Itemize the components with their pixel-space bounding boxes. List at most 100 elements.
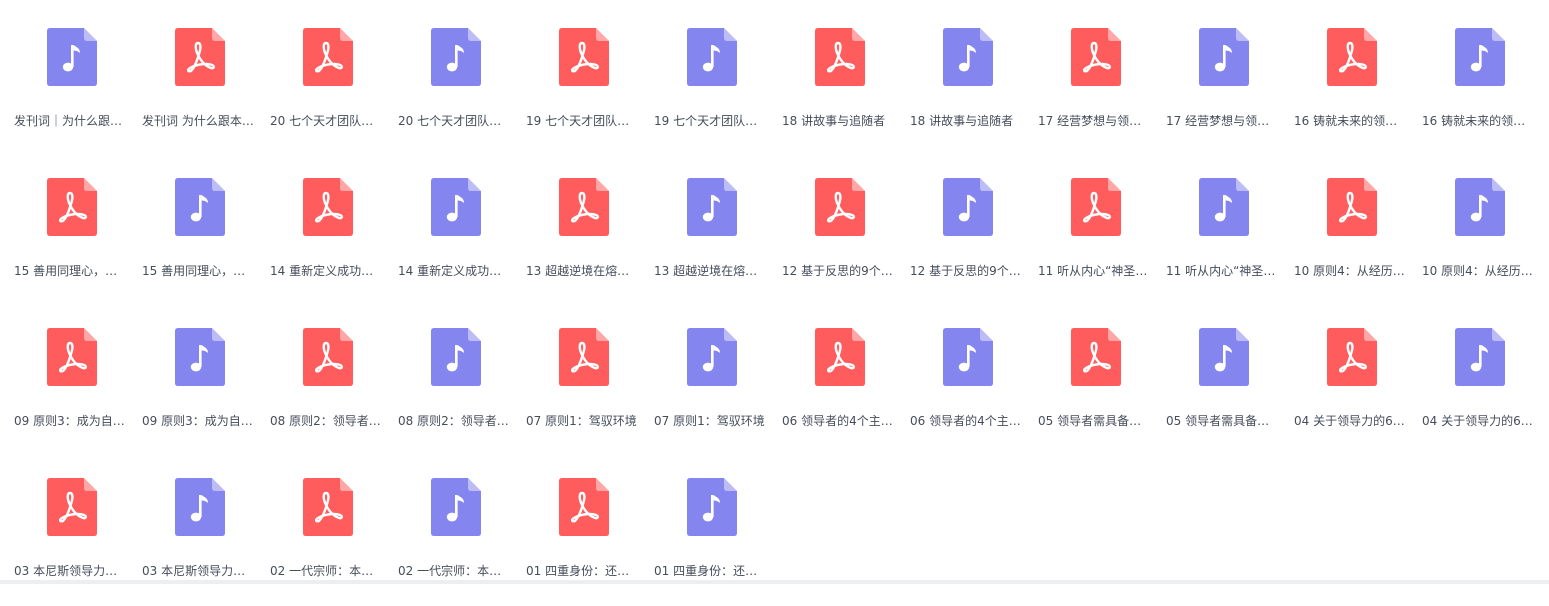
pdf-icon	[559, 28, 609, 86]
pdf-icon	[815, 178, 865, 236]
music-note-icon	[175, 328, 225, 386]
audio-file-item[interactable]: 12 基于反思的9个问题	[910, 178, 1022, 306]
pdf-file-item[interactable]: 04 关于领导力的6个误区	[1294, 328, 1406, 456]
pdf-icon	[303, 28, 353, 86]
music-note-icon	[687, 478, 737, 536]
pdf-file-item[interactable]: 16 铸就未来的领导者	[1294, 28, 1406, 156]
audio-file-item[interactable]: 11 听从内心“神圣的声音”	[1166, 178, 1278, 306]
pdf-file-item[interactable]: 05 领导者需具备的素质	[1038, 328, 1150, 456]
file-name: 发刊词｜为什么跟本尼斯学领导力？	[14, 114, 126, 128]
music-note-icon	[1455, 328, 1505, 386]
pdf-icon	[175, 28, 225, 86]
pdf-file-item[interactable]: 发刊词 为什么跟本尼斯学领导力？	[142, 28, 254, 156]
pdf-file-item[interactable]: 07 原则1：驾驭环境	[526, 328, 638, 456]
file-name: 05 领导者需具备的素质	[1038, 414, 1150, 428]
pdf-file-item[interactable]: 20 七个天才团队的秘密	[270, 28, 382, 156]
audio-file-item[interactable]: 18 讲故事与追随者	[910, 28, 1022, 156]
audio-file-item[interactable]: 15 善用同理心，赢得信任	[142, 178, 254, 306]
pdf-file-item[interactable]: 01 四重身份：还原本尼斯	[526, 478, 638, 606]
audio-file-item[interactable]: 13 超越逆境在熔炉中成长	[654, 178, 766, 306]
pdf-file-item[interactable]: 09 原则3：成为自己的主人	[14, 328, 126, 456]
file-name: 19 七个天才团队的经验	[654, 114, 766, 128]
file-name: 17 经营梦想与领导团队	[1166, 114, 1278, 128]
audio-file-item[interactable]: 07 原则1：驾驭环境	[654, 328, 766, 456]
music-note-icon	[431, 478, 481, 536]
file-name: 08 原则2：领导者的学习	[398, 414, 510, 428]
file-name: 09 原则3：成为自己的主人	[14, 414, 126, 428]
horizontal-scrollbar[interactable]	[0, 580, 1549, 584]
file-name: 13 超越逆境在熔炉中成长	[526, 264, 638, 278]
pdf-icon	[1327, 178, 1377, 236]
pdf-icon	[303, 328, 353, 386]
file-name: 13 超越逆境在熔炉中成长	[654, 264, 766, 278]
pdf-icon	[47, 178, 97, 236]
audio-file-item[interactable]: 发刊词｜为什么跟本尼斯学领导力？	[14, 28, 126, 156]
file-name: 03 本尼斯领导力思想	[14, 564, 126, 578]
pdf-icon	[559, 328, 609, 386]
file-name: 18 讲故事与追随者	[910, 114, 1014, 128]
audio-file-item[interactable]: 04 关于领导力的6个误区	[1422, 328, 1534, 456]
file-name: 07 原则1：驾驭环境	[654, 414, 765, 428]
audio-file-item[interactable]: 06 领导者的4个主要素质	[910, 328, 1022, 456]
file-name: 04 关于领导力的6个误区	[1294, 414, 1406, 428]
pdf-icon	[559, 478, 609, 536]
file-name: 01 四重身份：还原本尼斯	[654, 564, 766, 578]
file-name: 20 七个天才团队的秘密	[398, 114, 510, 128]
pdf-file-item[interactable]: 17 经营梦想与领导团队	[1038, 28, 1150, 156]
music-note-icon	[1455, 28, 1505, 86]
file-name: 11 听从内心“神圣的声音”	[1166, 264, 1278, 278]
music-note-icon	[1199, 28, 1249, 86]
file-name: 15 善用同理心，赢得信任	[142, 264, 254, 278]
pdf-icon	[815, 328, 865, 386]
file-name: 05 领导者需具备的素质	[1166, 414, 1278, 428]
pdf-file-item[interactable]: 18 讲故事与追随者	[782, 28, 894, 156]
audio-file-item[interactable]: 08 原则2：领导者的学习	[398, 328, 510, 456]
audio-file-item[interactable]: 02 一代宗师：本尼斯	[398, 478, 510, 606]
audio-file-item[interactable]: 17 经营梦想与领导团队	[1166, 28, 1278, 156]
file-name: 14 重新定义成功与失败	[398, 264, 510, 278]
file-name: 18 讲故事与追随者	[782, 114, 886, 128]
pdf-icon	[1071, 328, 1121, 386]
file-name: 03 本尼斯领导力思想	[142, 564, 254, 578]
audio-file-item[interactable]: 10 原则4：从经历中学习	[1422, 178, 1534, 306]
pdf-file-item[interactable]: 06 领导者的4个主要素质	[782, 328, 894, 456]
audio-file-item[interactable]: 03 本尼斯领导力思想	[142, 478, 254, 606]
file-name: 09 原则3：成为自己的主人	[142, 414, 254, 428]
audio-file-item[interactable]: 09 原则3：成为自己的主人	[142, 328, 254, 456]
music-note-icon	[1199, 178, 1249, 236]
music-note-icon	[175, 478, 225, 536]
file-name: 16 铸就未来的领导者	[1422, 114, 1534, 128]
pdf-icon	[47, 328, 97, 386]
pdf-icon	[1327, 28, 1377, 86]
file-name: 12 基于反思的9个问题	[910, 264, 1022, 278]
file-name: 12 基于反思的9个问题	[782, 264, 894, 278]
pdf-file-item[interactable]: 14 重新定义成功与失败	[270, 178, 382, 306]
music-note-icon	[943, 28, 993, 86]
file-name: 15 善用同理心，赢得信任	[14, 264, 126, 278]
pdf-file-item[interactable]: 13 超越逆境在熔炉中成长	[526, 178, 638, 306]
pdf-file-item[interactable]: 11 听从内心“神圣的声音”	[1038, 178, 1150, 306]
file-name: 10 原则4：从经历中学习	[1422, 264, 1534, 278]
music-note-icon	[1199, 328, 1249, 386]
audio-file-item[interactable]: 01 四重身份：还原本尼斯	[654, 478, 766, 606]
pdf-file-item[interactable]: 12 基于反思的9个问题	[782, 178, 894, 306]
file-name: 01 四重身份：还原本尼斯	[526, 564, 638, 578]
pdf-file-item[interactable]: 15 善用同理心，赢得信任	[14, 178, 126, 306]
pdf-file-item[interactable]: 10 原则4：从经历中学习	[1294, 178, 1406, 306]
audio-file-item[interactable]: 19 七个天才团队的经验	[654, 28, 766, 156]
file-name: 20 七个天才团队的秘密	[270, 114, 382, 128]
pdf-icon	[1071, 178, 1121, 236]
pdf-file-item[interactable]: 02 一代宗师：本尼斯	[270, 478, 382, 606]
music-note-icon	[431, 328, 481, 386]
music-note-icon	[175, 178, 225, 236]
music-note-icon	[47, 28, 97, 86]
pdf-file-item[interactable]: 03 本尼斯领导力思想	[14, 478, 126, 606]
pdf-file-item[interactable]: 19 七个天才团队的经验	[526, 28, 638, 156]
audio-file-item[interactable]: 14 重新定义成功与失败	[398, 178, 510, 306]
audio-file-item[interactable]: 16 铸就未来的领导者	[1422, 28, 1534, 156]
audio-file-item[interactable]: 05 领导者需具备的素质	[1166, 328, 1278, 456]
audio-file-item[interactable]: 20 七个天才团队的秘密	[398, 28, 510, 156]
pdf-icon	[1327, 328, 1377, 386]
music-note-icon	[687, 328, 737, 386]
pdf-file-item[interactable]: 08 原则2：领导者的学习	[270, 328, 382, 456]
